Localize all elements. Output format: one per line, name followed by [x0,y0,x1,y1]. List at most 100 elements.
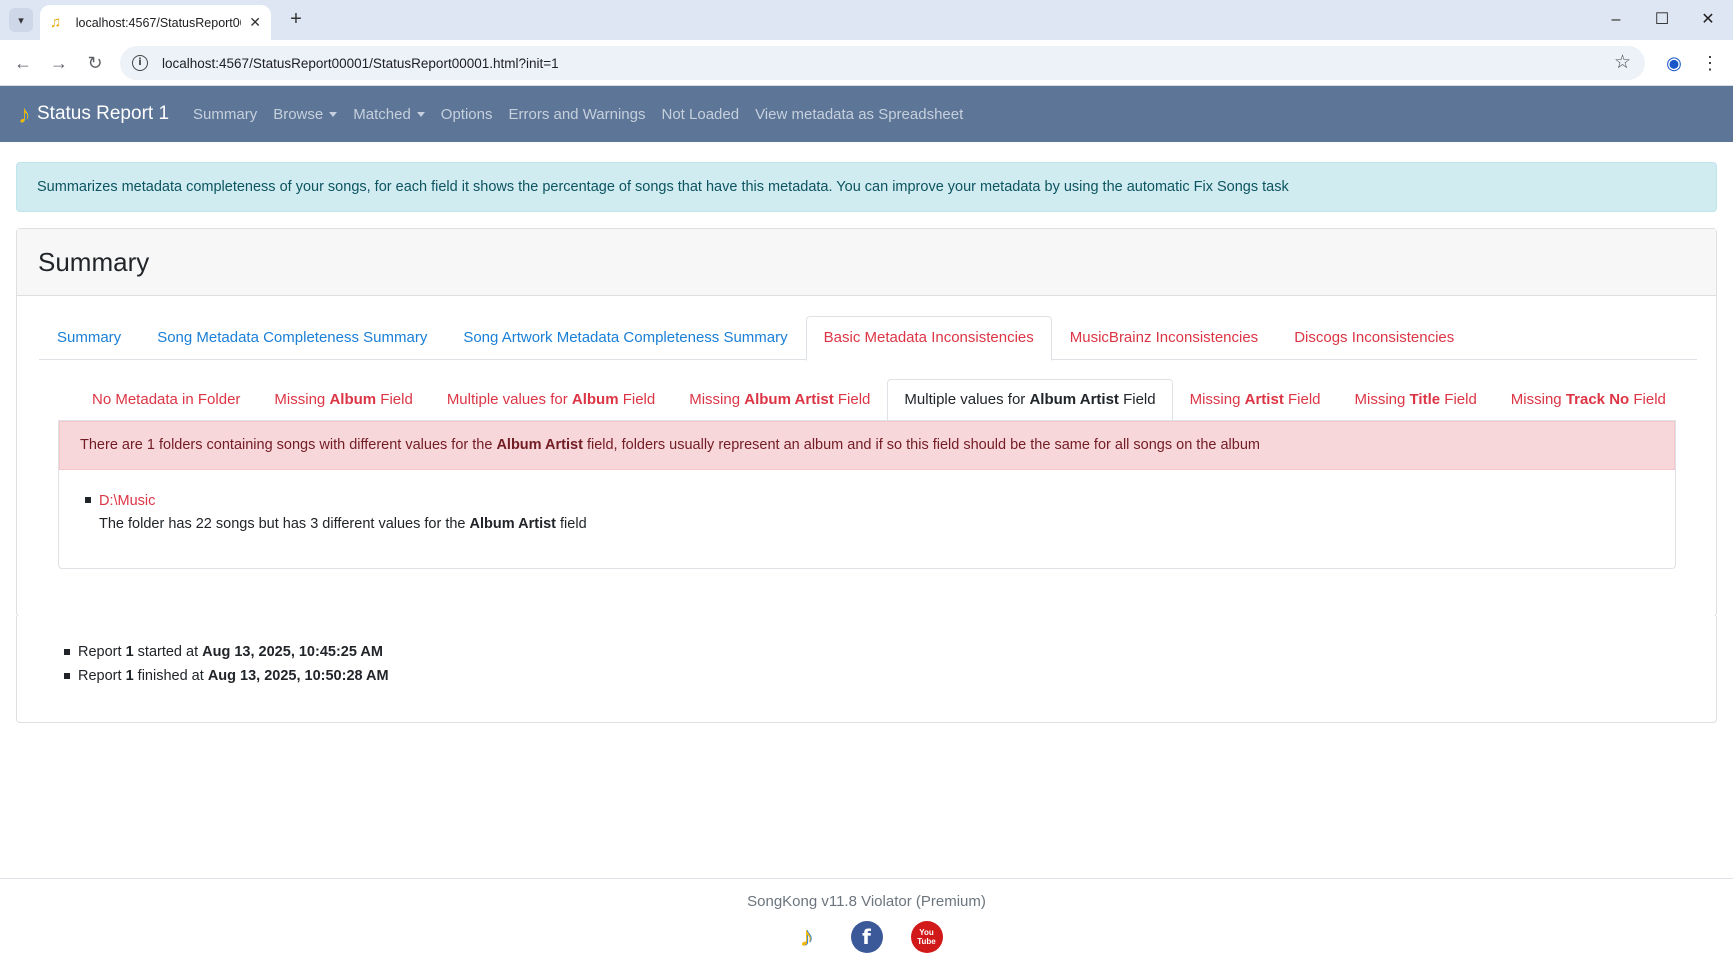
label-field: Field [1123,391,1156,408]
nav-matched-label: Matched [353,105,411,123]
danger-alert: There are 1 folders containing songs wit… [59,421,1675,470]
caret-down-icon [329,112,338,118]
report-number: 1 [125,644,134,660]
folder-link[interactable]: D:\Music [99,491,587,511]
list-item: D:\Music The folder has 22 songs but has… [85,491,587,537]
label-field: Field [1633,391,1666,408]
label-album: Album [571,391,619,408]
label-multiple: Multiple values for [904,391,1026,408]
subtab-multiple-album-artist[interactable]: Multiple values for Album Artist Field [887,379,1173,421]
report-number: 1 [125,668,134,684]
folder-description: The folder has 22 songs but has 3 differ… [99,511,587,537]
youtube-icon[interactable]: You Tube [910,921,943,953]
songkong-icon[interactable]: ♪ [791,921,823,953]
label-album-artist: Album Artist [1029,391,1119,408]
nav-spreadsheet[interactable]: View metadata as Spreadsheet [755,106,963,123]
list-item: Report 1 finished at Aug 13, 2025, 10:50… [64,664,389,688]
folder-desc-suffix: field [560,516,587,532]
nav-options[interactable]: Options [441,106,493,123]
label-missing: Missing [274,391,326,408]
close-window-icon[interactable]: ✕ [1685,6,1731,34]
label-field: Field [837,391,871,408]
report-word: Report [78,668,122,684]
nav-browse-label: Browse [273,105,324,123]
folder-list: D:\Music The folder has 22 songs but has… [85,491,587,537]
label-album-artist: Album Artist [744,391,834,408]
card-header-title: Summary [17,229,1716,296]
tab-title: localhost:4567/StatusReport00001/StatusR… [75,15,242,30]
nav-matched[interactable]: Matched [353,106,425,123]
subtab-missing-title[interactable]: Missing Title Field [1338,379,1494,421]
label-missing: Missing [1510,391,1562,408]
bullet-icon [64,673,70,679]
reload-icon[interactable]: ↻ [81,49,109,77]
summary-card: Summary Summary Song Metadata Completene… [16,228,1717,617]
tab-basic-inconsistencies[interactable]: Basic Metadata Inconsistencies [805,316,1052,361]
folder-desc-prefix: The folder has 22 songs but has 3 differ… [99,516,466,532]
tab-artwork-metadata[interactable]: Song Artwork Metadata Completeness Summa… [445,316,805,360]
app-navbar: ♪ Status Report 1 Summary Browse Matched… [0,86,1733,142]
close-icon[interactable]: ✕ [249,14,261,31]
danger-alert-prefix: There are 1 folders containing songs wit… [80,437,493,453]
label-missing: Missing [689,391,741,408]
songkong-logo-icon[interactable]: ♪ [18,99,31,130]
bullet-icon [64,649,70,655]
label-artist: Artist [1244,391,1284,408]
label-field: Field [1444,391,1477,408]
label-multiple: Multiple values for [446,391,568,408]
caret-down-icon [416,112,425,118]
label-missing: Missing [1189,391,1241,408]
subtab-missing-album-artist[interactable]: Missing Album Artist Field [672,379,887,421]
label-title: Title [1409,391,1441,408]
finished-at: Aug 13, 2025, 10:50:28 AM [207,668,389,684]
subtab-missing-album[interactable]: Missing Album Field [257,379,429,421]
browser-tabstrip: ▾ ♫ localhost:4567/StatusReport00001/Sta… [0,0,1733,40]
footer-version: SongKong v11.8 Violator (Premium) [747,893,986,910]
label-field: Field [622,391,656,408]
browser-tab[interactable]: ♫ localhost:4567/StatusReport00001/Statu… [40,5,271,40]
sub-tabs: No Metadata in Folder Missing Album Fiel… [75,379,1693,421]
subtab-multiple-album[interactable]: Multiple values for Album Field [430,379,672,421]
nav-browse[interactable]: Browse [273,105,338,123]
label-field: Field [1287,391,1321,408]
main-tabs: Summary Song Metadata Completeness Summa… [39,316,1697,361]
address-bar[interactable]: i localhost:4567/StatusReport00001/Statu… [120,46,1645,80]
arrow-left-icon[interactable]: ← [9,49,37,77]
subtab-missing-track-no[interactable]: Missing Track No Field [1494,379,1683,421]
info-icon[interactable]: i [132,55,148,71]
danger-alert-field: Album Artist [496,437,583,453]
footer: SongKong v11.8 Violator (Premium) ♪ f Yo… [0,878,1733,966]
tab-discogs[interactable]: Discogs Inconsistencies [1276,316,1472,360]
bullet-icon [85,497,91,503]
label-missing: Missing [1354,391,1406,408]
nav-summary[interactable]: Summary [193,106,257,123]
url-text[interactable]: localhost:4567/StatusReport00001/StatusR… [162,56,559,71]
report-word: Report [78,644,122,660]
tab-summary[interactable]: Summary [39,316,139,360]
music-note-icon: ♫ [50,13,62,31]
browser-toolbar: ← → ↻ i localhost:4567/StatusReport00001… [0,40,1733,86]
nav-not-loaded[interactable]: Not Loaded [662,106,740,123]
youtube-tube: Tube [917,937,936,946]
footer-icons: ♪ f You Tube [0,921,1733,953]
tab-song-metadata[interactable]: Song Metadata Completeness Summary [139,316,445,360]
kebab-icon[interactable]: ⋮ [1698,49,1722,77]
tab-musicbrainz[interactable]: MusicBrainz Inconsistencies [1052,316,1276,360]
arrow-right-icon[interactable]: → [45,49,73,77]
star-icon[interactable]: ☆ [1614,51,1631,74]
profile-icon[interactable]: ◉ [1660,49,1688,77]
started-at: Aug 13, 2025, 10:45:25 AM [202,644,383,660]
started-label: started at [137,644,199,660]
maximize-icon[interactable]: ☐ [1639,6,1685,34]
facebook-icon[interactable]: f [850,921,883,953]
info-alert: Summarizes metadata completeness of your… [16,162,1717,212]
minimize-icon[interactable]: – [1593,6,1639,34]
label-track-no: Track No [1565,391,1630,408]
plus-icon[interactable]: + [284,8,308,32]
brand-title[interactable]: Status Report 1 [37,103,169,125]
chevron-down-icon[interactable]: ▾ [9,8,33,32]
subtab-no-metadata[interactable]: No Metadata in Folder [75,379,257,421]
youtube-you: You [919,928,934,937]
nav-errors-warnings[interactable]: Errors and Warnings [509,106,646,123]
subtab-missing-artist[interactable]: Missing Artist Field [1173,379,1338,421]
